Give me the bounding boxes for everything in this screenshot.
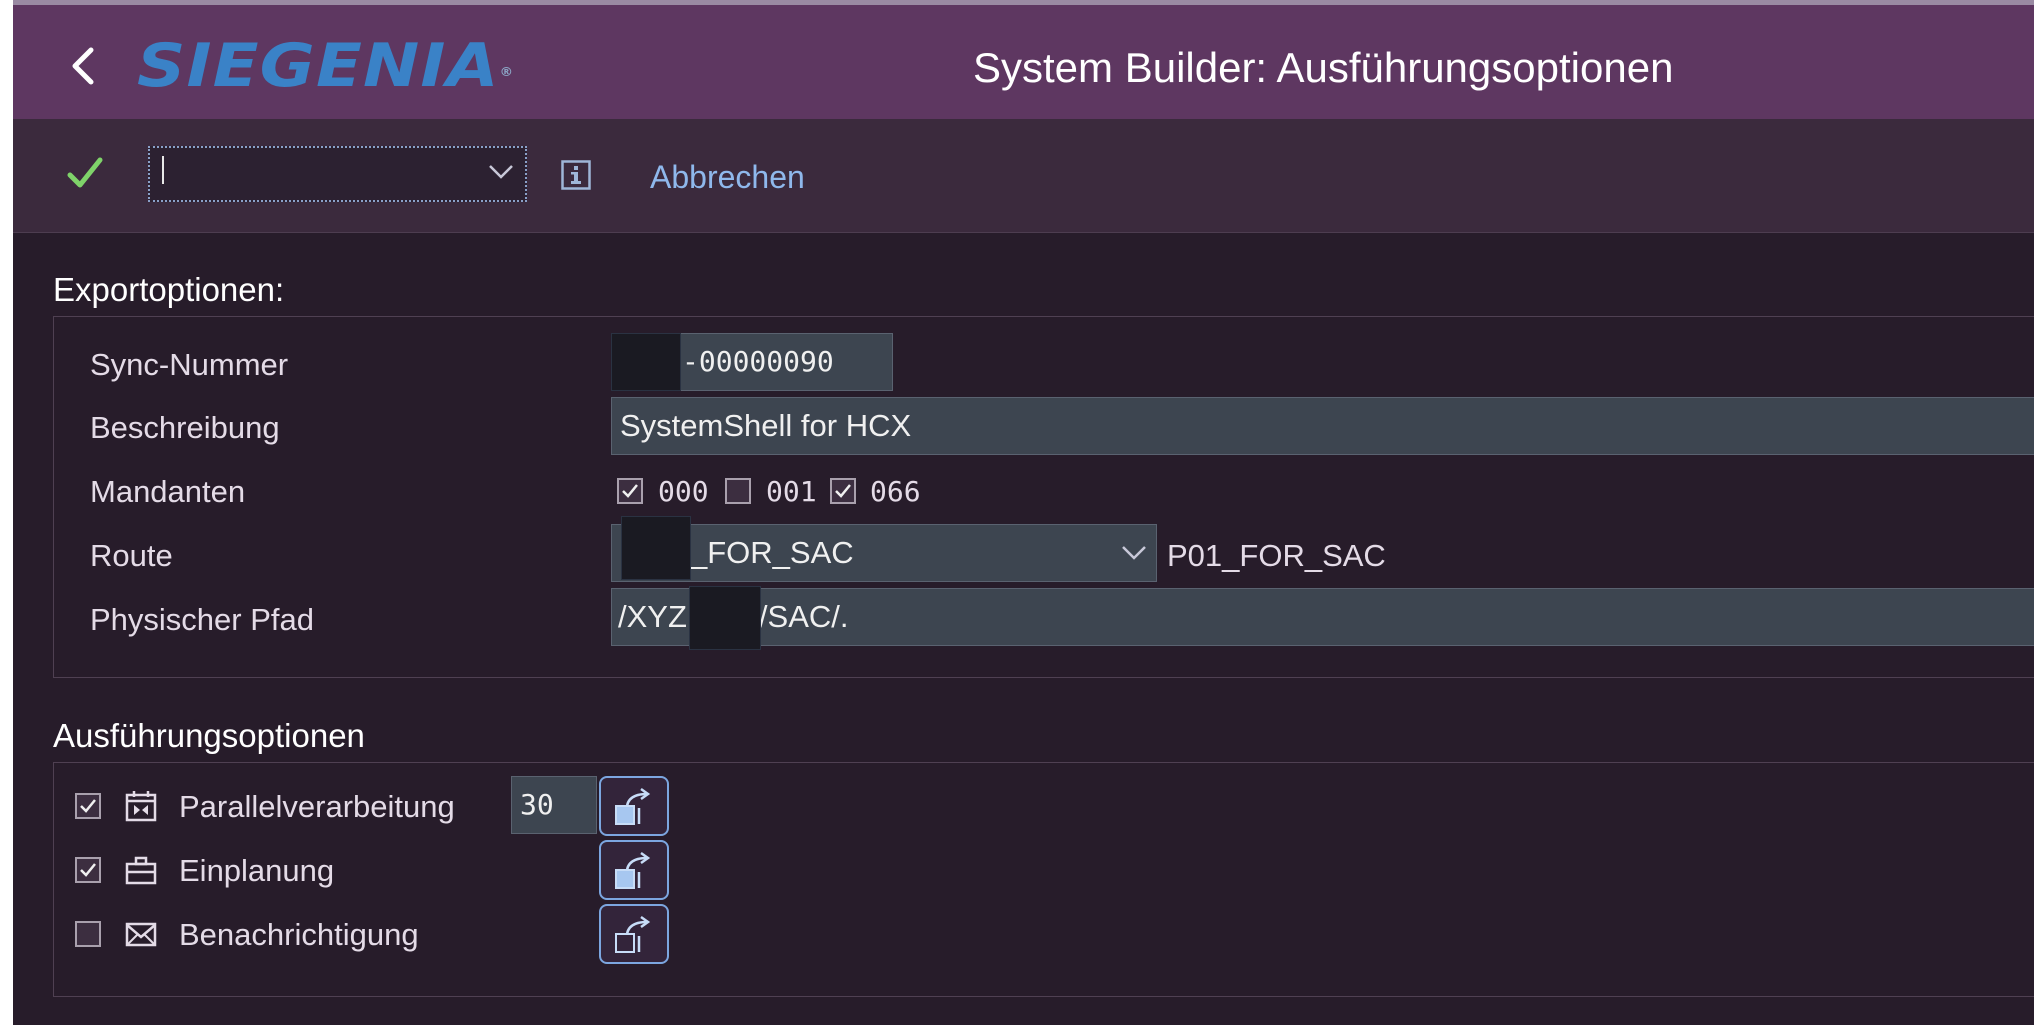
siegenia-logo: SIEGENIA® <box>137 31 515 101</box>
checkmark-icon <box>622 484 638 498</box>
route-dropdown[interactable]: _FOR_SAC <box>611 524 1157 582</box>
route-value: _FOR_SAC <box>690 535 854 570</box>
redacted-block <box>611 333 681 391</box>
cancel-button[interactable]: Abbrechen <box>650 157 805 197</box>
physical-path-label: Physischer Pfad <box>90 602 314 637</box>
client-000-label: 000 <box>658 475 709 508</box>
clients-label: Mandanten <box>90 474 246 509</box>
export-options-group: Sync-Nummer -00000090 Beschreibung Syste… <box>53 316 2034 678</box>
app-window: SIEGENIA® System Builder: Ausführungsopt… <box>13 0 2034 1025</box>
shell-header: SIEGENIA® System Builder: Ausführungsopt… <box>13 5 2034 119</box>
chevron-down-icon <box>1122 546 1146 560</box>
open-settings-icon <box>615 787 651 825</box>
parallel-processes-input[interactable]: 30 <box>511 776 597 834</box>
execution-options-title: Ausführungsoptionen <box>53 717 365 754</box>
briefcase-icon <box>125 856 157 885</box>
scheduling-settings-button[interactable] <box>599 840 669 900</box>
description-value: SystemShell for HCX <box>620 408 912 443</box>
client-001-checkbox[interactable] <box>725 478 751 504</box>
redacted-block <box>689 586 761 650</box>
sync-number-value: -00000090 <box>682 345 834 378</box>
client-001-label: 001 <box>766 475 817 508</box>
sync-number-label: Sync-Nummer <box>90 347 289 382</box>
export-options-title: Exportoptionen: <box>53 271 285 308</box>
route-description: P01_FOR_SAC <box>1167 538 1386 573</box>
checkmark-icon <box>67 157 103 188</box>
scheduling-label: Einplanung <box>179 853 335 888</box>
parallel-processing-settings-button[interactable] <box>599 776 669 836</box>
description-field[interactable]: SystemShell for HCX <box>611 397 2034 455</box>
physical-path-field[interactable]: /XYZ/SAC/. <box>611 588 2034 646</box>
parallel-processing-checkbox[interactable] <box>75 793 101 819</box>
confirm-button[interactable] <box>65 153 105 193</box>
toolbar: Abbrechen <box>13 119 2034 233</box>
page-title: System Builder: Ausführungsoptionen <box>973 44 1674 91</box>
notification-checkbox[interactable] <box>75 921 101 947</box>
chevron-down-icon <box>489 165 513 179</box>
checkmark-icon <box>835 484 851 498</box>
client-066-label: 066 <box>870 475 921 508</box>
info-icon <box>561 160 591 190</box>
client-066-checkbox[interactable] <box>830 478 856 504</box>
text-caret <box>162 156 164 184</box>
redacted-block <box>621 516 691 580</box>
route-label: Route <box>90 538 173 573</box>
path-suffix: /SAC/. <box>758 599 849 634</box>
command-field[interactable] <box>148 146 527 202</box>
back-arrow-icon <box>72 47 94 85</box>
checkmark-icon <box>80 799 96 813</box>
description-label: Beschreibung <box>90 410 280 445</box>
parallel-processing-label: Parallelverarbeitung <box>179 789 455 824</box>
checkmark-icon <box>80 863 96 877</box>
back-button[interactable] <box>63 39 103 93</box>
client-000-checkbox[interactable] <box>617 478 643 504</box>
notification-label: Benachrichtigung <box>179 917 419 952</box>
path-prefix: /XYZ <box>618 599 687 634</box>
notification-settings-button[interactable] <box>599 904 669 964</box>
parallel-processes-value: 30 <box>520 788 554 821</box>
open-settings-icon <box>615 915 651 953</box>
scheduling-checkbox[interactable] <box>75 857 101 883</box>
open-settings-icon <box>615 851 651 889</box>
envelope-icon <box>125 922 157 947</box>
parallel-processing-icon <box>125 791 157 822</box>
info-button[interactable] <box>561 160 591 190</box>
